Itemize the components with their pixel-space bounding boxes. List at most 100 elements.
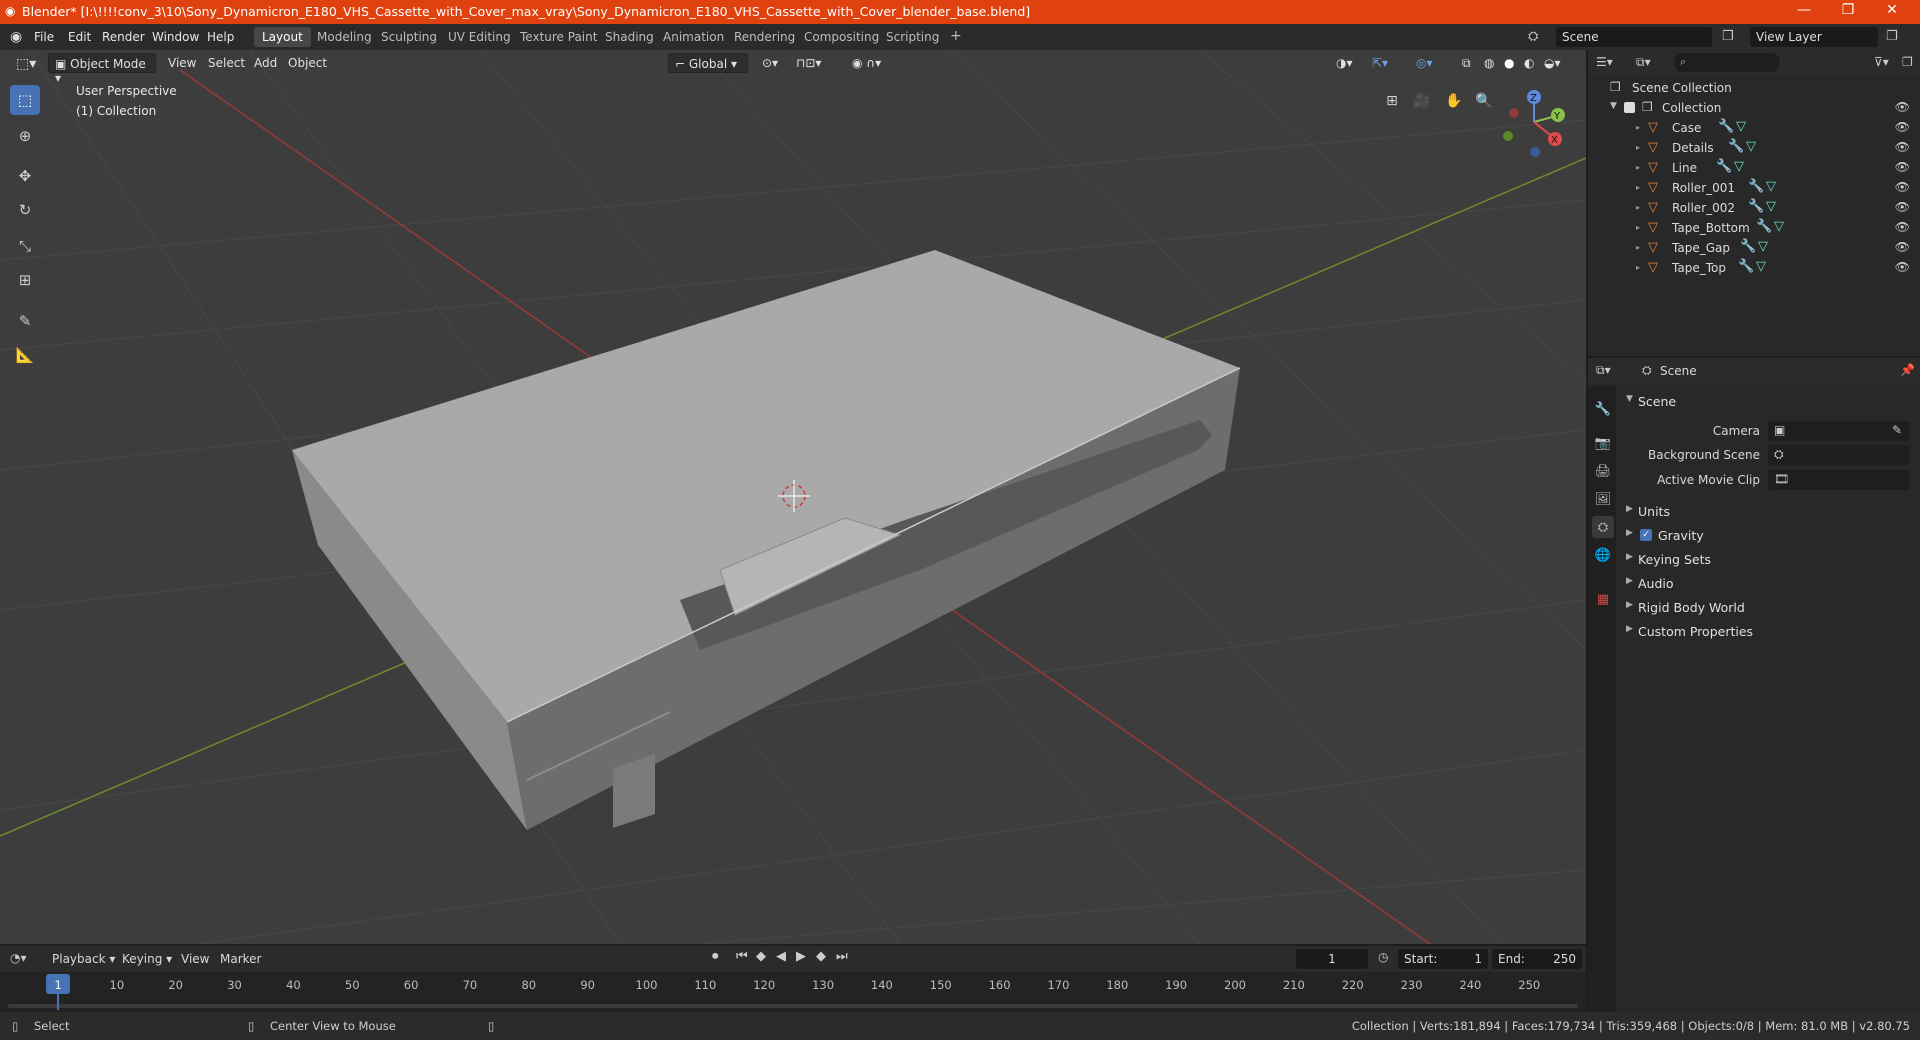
outliner-object-row[interactable]: ▸ ▽ Tape_Top 🔧 ▽ 👁 [1588, 258, 1920, 278]
pan-hand-icon[interactable]: ✋ [1442, 89, 1466, 113]
object-menu[interactable]: Object [282, 53, 333, 73]
outliner-object-row[interactable]: ▸ ▽ Details 🔧 ▽ 👁 [1588, 138, 1920, 158]
eye-icon[interactable]: 👁 [1895, 200, 1910, 214]
menu-edit[interactable]: Edit [68, 30, 91, 44]
scale-tool-icon[interactable]: ⤡ [10, 231, 40, 261]
scene-selector[interactable]: Scene [1556, 27, 1712, 47]
tab-texture-paint[interactable]: Texture Paint [512, 27, 605, 47]
close-button[interactable]: ✕ [1874, 2, 1910, 18]
expand-arrow-icon[interactable]: ▸ [1636, 143, 1640, 152]
tab-sculpting[interactable]: Sculpting [373, 27, 445, 47]
eye-icon[interactable]: 👁 [1895, 120, 1910, 134]
outliner-collection-row[interactable]: ▼ ❒ Collection 👁 [1588, 98, 1920, 118]
add-workspace-button[interactable]: + [942, 25, 970, 45]
display-mode-icon[interactable]: ⧉▾ [1636, 55, 1651, 70]
transform-tool-icon[interactable]: ⊞ [10, 265, 40, 295]
tab-scripting[interactable]: Scripting [878, 27, 947, 47]
play-reverse-icon[interactable]: ◀ [776, 949, 786, 964]
eye-icon[interactable]: 👁 [1895, 180, 1910, 194]
current-frame-field[interactable]: 1 [1296, 949, 1368, 969]
proportional-edit-icon[interactable]: ◉ ∩▾ [846, 53, 887, 73]
3d-viewport[interactable] [0, 50, 1586, 944]
eye-icon[interactable]: 👁 [1895, 260, 1910, 274]
start-frame-field[interactable]: Start: 1 [1398, 949, 1488, 969]
background-scene-field[interactable]: ⛭ [1768, 445, 1910, 465]
grid-view-icon[interactable]: ⊞ [1380, 89, 1404, 113]
timeline-scrollbar[interactable] [8, 1004, 1578, 1008]
navigation-gizmo[interactable]: Z Y X [1498, 86, 1574, 162]
outliner-scene-collection[interactable]: ❒ Scene Collection [1588, 78, 1920, 98]
prev-keyframe-icon[interactable]: ◆ [756, 949, 766, 964]
rigid-body-world-panel[interactable]: ▶ Rigid Body World [1620, 596, 1916, 618]
expand-arrow-icon[interactable]: ▸ [1636, 243, 1640, 252]
expand-arrow-icon[interactable]: ▸ [1636, 223, 1640, 232]
minimize-button[interactable]: — [1786, 2, 1822, 18]
menu-window[interactable]: Window [152, 30, 199, 44]
jump-start-icon[interactable]: ⏮ [736, 949, 748, 964]
tool-tab-icon[interactable]: 🔧 [1592, 398, 1614, 420]
outliner-editor-icon[interactable]: ☰▾ [1596, 55, 1613, 69]
filter-icon[interactable]: ⊽▾ [1874, 55, 1889, 69]
new-view-layer-icon[interactable]: ❐ [1886, 29, 1898, 44]
playback-menu[interactable]: Playback ▾ [52, 952, 115, 966]
menu-render[interactable]: Render [102, 30, 145, 44]
outliner-object-row[interactable]: ▸ ▽ Line 🔧 ▽ 👁 [1588, 158, 1920, 178]
eyedropper-icon[interactable]: ✎ [1892, 423, 1902, 437]
eye-icon[interactable]: 👁 [1895, 160, 1910, 174]
marker-menu[interactable]: Marker [220, 952, 261, 966]
properties-editor-icon[interactable]: ⧉▾ [1596, 363, 1611, 378]
audio-panel[interactable]: ▶ Audio [1620, 572, 1916, 594]
gizmo-toggle-icon[interactable]: ⇱▾ [1366, 53, 1394, 73]
rotate-tool-icon[interactable]: ↻ [10, 195, 40, 225]
timeline-editor-icon[interactable]: ◔▾ [10, 951, 27, 965]
tab-layout[interactable]: Layout [254, 27, 311, 47]
cursor-tool-icon[interactable]: ⊕ [10, 121, 40, 151]
snap-icon[interactable]: ⊓⊡▾ [790, 53, 827, 73]
visibility-icon[interactable]: ◑▾ [1330, 53, 1359, 73]
select-box-tool-icon[interactable]: ⬚ [10, 85, 40, 115]
scene-panel-header[interactable]: ▼ Scene [1620, 390, 1916, 412]
eye-icon[interactable]: 👁 [1895, 240, 1910, 254]
keying-sets-panel[interactable]: ▶ Keying Sets [1620, 548, 1916, 570]
select-menu[interactable]: Select [202, 53, 251, 73]
tab-rendering[interactable]: Rendering [726, 27, 803, 47]
transform-orientation[interactable]: ⌐ Global ▾ [668, 53, 748, 73]
gravity-panel[interactable]: ▶ ✓ Gravity [1620, 524, 1916, 546]
outliner-object-row[interactable]: ▸ ▽ Tape_Bottom 🔧 ▽ 👁 [1588, 218, 1920, 238]
tab-compositing[interactable]: Compositing [796, 27, 887, 47]
camera-view-icon[interactable]: 🎥 [1410, 89, 1434, 113]
eye-icon[interactable]: 👁 [1895, 220, 1910, 234]
expand-arrow-icon[interactable]: ▸ [1636, 263, 1640, 272]
scene-icon[interactable]: ⛭ [1528, 29, 1538, 44]
overlay-toggle-icon[interactable]: ◎▾ [1410, 53, 1439, 73]
outliner-object-row[interactable]: ▸ ▽ Roller_001 🔧 ▽ 👁 [1588, 178, 1920, 198]
eye-icon[interactable]: 👁 [1895, 100, 1910, 114]
tab-uv-editing[interactable]: UV Editing [440, 27, 519, 47]
mode-selector[interactable]: ▣ Object Mode ▾ [48, 53, 156, 85]
play-icon[interactable]: ▶ [796, 949, 806, 964]
clock-icon[interactable]: ◷ [1378, 950, 1388, 964]
editor-type-icon[interactable]: ⬚▾ [10, 53, 42, 73]
expand-arrow-icon[interactable]: ▸ [1636, 163, 1640, 172]
next-keyframe-icon[interactable]: ◆ [816, 949, 826, 964]
outliner-search-field[interactable]: ⌕ [1674, 53, 1780, 72]
tab-animation[interactable]: Animation [655, 27, 732, 47]
tab-modeling[interactable]: Modeling [309, 27, 380, 47]
outliner-object-row[interactable]: ▸ ▽ Tape_Gap 🔧 ▽ 👁 [1588, 238, 1920, 258]
output-tab-icon[interactable]: 🖨 [1592, 460, 1614, 482]
expand-arrow-icon[interactable]: ▸ [1636, 183, 1640, 192]
annotate-tool-icon[interactable]: ✎ [10, 306, 40, 336]
collection-checkbox[interactable] [1624, 102, 1635, 113]
rendered-shading-icon[interactable]: ◒▾ [1538, 53, 1567, 73]
outliner-object-row[interactable]: ▸ ▽ Case 🔧 ▽ 👁 [1588, 118, 1920, 138]
collapse-arrow-icon[interactable]: ▼ [1610, 101, 1617, 111]
active-movie-clip-field[interactable]: 🎞 [1768, 470, 1910, 490]
view-menu[interactable]: View [162, 53, 202, 73]
view-layer-tab-icon[interactable]: 🖼 [1592, 488, 1614, 510]
scene-tab-icon[interactable]: ⛭ [1592, 516, 1614, 538]
eye-icon[interactable]: 👁 [1895, 140, 1910, 154]
timeline-view-menu[interactable]: View [181, 952, 209, 966]
tab-shading[interactable]: Shading [597, 27, 662, 47]
camera-field[interactable]: ▣ ✎ [1768, 421, 1910, 441]
record-icon[interactable]: ⏺ [712, 949, 719, 964]
